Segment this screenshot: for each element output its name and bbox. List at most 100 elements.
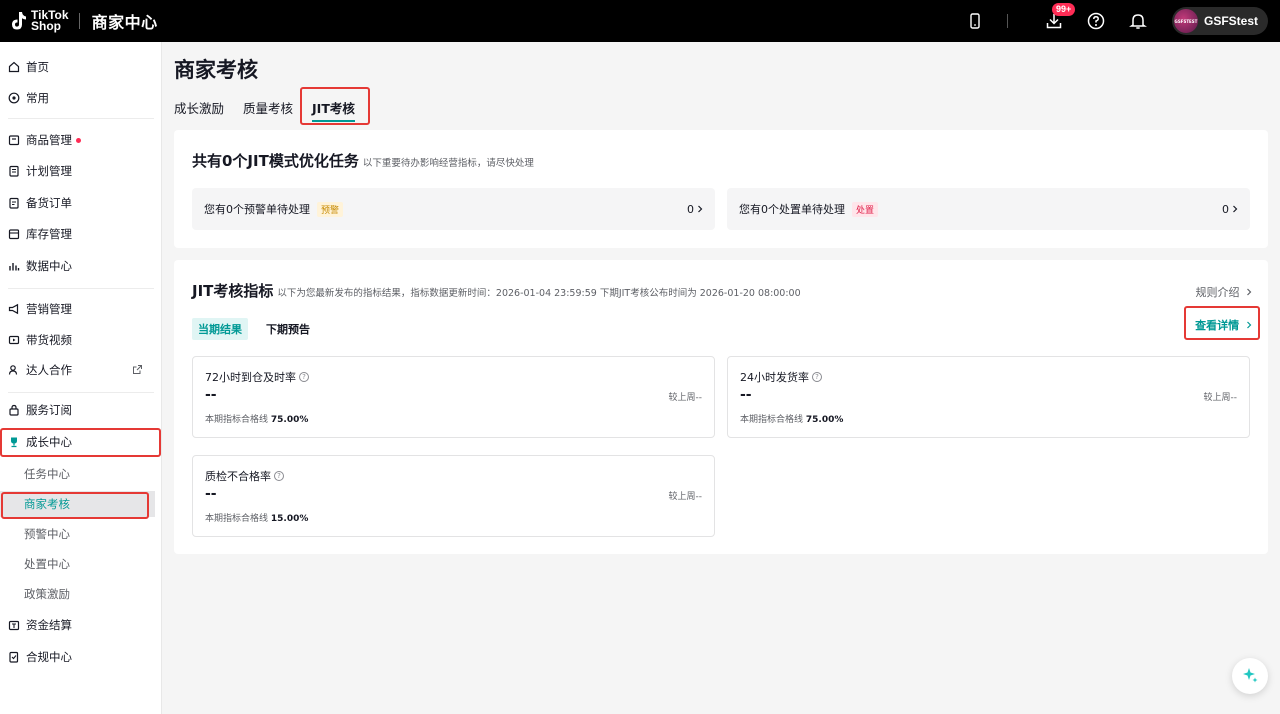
metric-card[interactable]: 24小时发货率? -- 较上周-- 本期指标合格线 75.00%: [727, 356, 1250, 438]
sidebar-item-creators[interactable]: 达人合作: [0, 357, 162, 383]
creator-icon: [8, 364, 20, 376]
sidebar-item-subscriptions[interactable]: 服务订阅: [0, 397, 162, 423]
tasks-card-title: 共有0个JIT模式优化任务 以下重要待办影响经营指标，请尽快处理: [192, 150, 534, 171]
sidebar-item-videos[interactable]: 带货视频: [0, 327, 162, 353]
sidebar-item-inventory[interactable]: 库存管理: [0, 221, 162, 247]
sidebar-divider: [8, 392, 154, 393]
sidebar-item-compliance[interactable]: 合规中心: [0, 644, 162, 670]
sidebar-item-label: 数据中心: [26, 259, 72, 273]
metric-compare: 较上周--: [668, 492, 703, 502]
metric-name: 24小时发货率: [740, 371, 809, 384]
topbar-divider: [1006, 14, 1008, 28]
sidebar-item-label: 常用: [26, 91, 49, 105]
sidebar-item-plans[interactable]: 计划管理: [0, 158, 162, 184]
rules-link-text: 规则介绍: [1195, 286, 1240, 299]
download-count-badge: 99+: [1051, 3, 1076, 16]
metric-value: --: [205, 486, 217, 502]
metric-card[interactable]: 质检不合格率? -- 较上周-- 本期指标合格线 15.00%: [192, 455, 715, 537]
sidebar: 首页 常用 商品管理 计划管理 备货订单 库存管理 数据中心 营销管理 带货视频…: [0, 42, 162, 714]
sidebar-item-label: 商品管理: [26, 133, 72, 147]
page-title: 商家考核: [174, 58, 258, 82]
tab-growth-incentives[interactable]: 成长激励: [174, 98, 224, 122]
sidebar-item-label: 营销管理: [26, 302, 72, 316]
sidebar-item-label: 服务订阅: [26, 403, 72, 417]
download-icon[interactable]: 99+: [1042, 3, 1076, 33]
threshold-value: 75.00%: [270, 415, 309, 425]
question-icon[interactable]: ?: [274, 471, 284, 481]
help-icon[interactable]: [1084, 9, 1108, 33]
sidebar-item-favorites[interactable]: 常用: [0, 85, 162, 111]
sidebar-item-warning-center[interactable]: 预警中心: [0, 521, 162, 547]
main-content: 商家考核 成长激励 质量考核 JIT考核 共有0个JIT模式优化任务 以下重要待办…: [162, 42, 1280, 714]
compliance-icon: [8, 651, 20, 663]
metric-compare: 较上周--: [668, 393, 703, 403]
tab-quality-assessment[interactable]: 质量考核: [243, 98, 293, 122]
chevron-right-icon: [1246, 286, 1252, 299]
home-icon: [8, 61, 20, 73]
video-icon: [8, 334, 20, 346]
highlight-box: [0, 428, 161, 457]
sidebar-item-products[interactable]: 商品管理: [0, 127, 162, 153]
sidebar-item-marketing[interactable]: 营销管理: [0, 296, 162, 322]
ai-assistant-button[interactable]: [1232, 658, 1268, 694]
notification-dot: [76, 137, 81, 143]
highlight-box: [1184, 306, 1260, 340]
metrics-title-text: JIT考核指标: [192, 282, 274, 300]
subtab-current-results[interactable]: 当期结果: [192, 318, 248, 340]
sparkle-icon: [1241, 666, 1259, 687]
star-circle-icon: [8, 92, 20, 104]
sidebar-item-label: 计划管理: [26, 164, 72, 178]
logo-line-2: Shop: [31, 19, 61, 33]
tiktok-shop-logo[interactable]: TikTok Shop: [8, 9, 69, 33]
disposal-tag: 处置: [852, 201, 879, 217]
avatar: GSFSTEST: [1173, 9, 1198, 33]
rules-link[interactable]: 规则介绍: [1196, 284, 1253, 300]
sidebar-divider: [8, 118, 154, 119]
tasks-subtitle: 以下重要待办影响经营指标，请尽快处理: [362, 158, 534, 169]
highlight-box: [1, 492, 149, 519]
metric-name: 质检不合格率: [205, 470, 271, 483]
sidebar-item-label: 合规中心: [26, 650, 72, 664]
sidebar-item-label: 预警中心: [24, 527, 70, 541]
sidebar-item-task-center[interactable]: 任务中心: [0, 461, 162, 487]
sidebar-item-disposal-center[interactable]: 处置中心: [0, 551, 162, 577]
jit-metrics-card: JIT考核指标 以下为您最新发布的指标结果，指标数据更新时间：2026-01-04…: [174, 260, 1268, 554]
sidebar-item-label: 达人合作: [26, 363, 72, 377]
sidebar-item-home[interactable]: 首页: [0, 54, 162, 80]
disposal-count: 0: [1222, 202, 1229, 216]
metric-compare: 较上周--: [1203, 393, 1238, 403]
tiktok-logo-icon: [8, 10, 28, 32]
sidebar-item-settlement[interactable]: 资金结算: [0, 612, 162, 638]
subtab-next-preview[interactable]: 下期预告: [260, 318, 316, 340]
warning-orders-box[interactable]: 您有0个预警单待处理 预警 0: [192, 188, 715, 230]
app-title: 商家中心: [91, 13, 158, 32]
mobile-icon[interactable]: [963, 9, 987, 33]
metric-value: --: [205, 387, 217, 403]
disposal-orders-box[interactable]: 您有0个处置单待处理 处置 0: [727, 188, 1250, 230]
sidebar-item-policy-incentives[interactable]: 政策激励: [0, 581, 162, 607]
user-name: GSFStest: [1203, 14, 1258, 28]
top-bar: TikTok Shop 商家中心 99+ GSFSTEST GSFStest: [0, 0, 1280, 42]
user-menu[interactable]: GSFSTEST GSFStest: [1171, 7, 1268, 35]
threshold-value: 15.00%: [270, 514, 309, 524]
question-icon[interactable]: ?: [812, 372, 822, 382]
threshold-label: 本期指标合格线: [205, 514, 269, 524]
question-icon[interactable]: ?: [299, 372, 309, 382]
sidebar-item-data-center[interactable]: 数据中心: [0, 253, 162, 279]
disposal-orders-text: 您有0个处置单待处理: [739, 203, 845, 216]
sidebar-item-label: 备货订单: [26, 196, 72, 210]
megaphone-icon: [8, 303, 20, 315]
sidebar-item-label: 任务中心: [24, 467, 70, 481]
sidebar-divider: [8, 288, 154, 289]
metrics-subtabs: 当期结果 下期预告: [192, 318, 328, 340]
metric-card[interactable]: 72小时到仓及时率? -- 较上周-- 本期指标合格线 75.00%: [192, 356, 715, 438]
external-link-icon: [132, 364, 143, 378]
bell-icon[interactable]: [1126, 9, 1150, 33]
metrics-subtitle: 以下为您最新发布的指标结果，指标数据更新时间：2026-01-04 23:59:…: [277, 288, 801, 299]
tasks-title-text: 共有0个JIT模式优化任务: [192, 152, 359, 170]
warning-orders-text: 您有0个预警单待处理: [204, 203, 310, 216]
sidebar-item-stock-orders[interactable]: 备货订单: [0, 190, 162, 216]
chevron-right-icon: [1232, 203, 1238, 216]
highlight-box: [300, 87, 370, 125]
threshold-label: 本期指标合格线: [740, 415, 804, 425]
